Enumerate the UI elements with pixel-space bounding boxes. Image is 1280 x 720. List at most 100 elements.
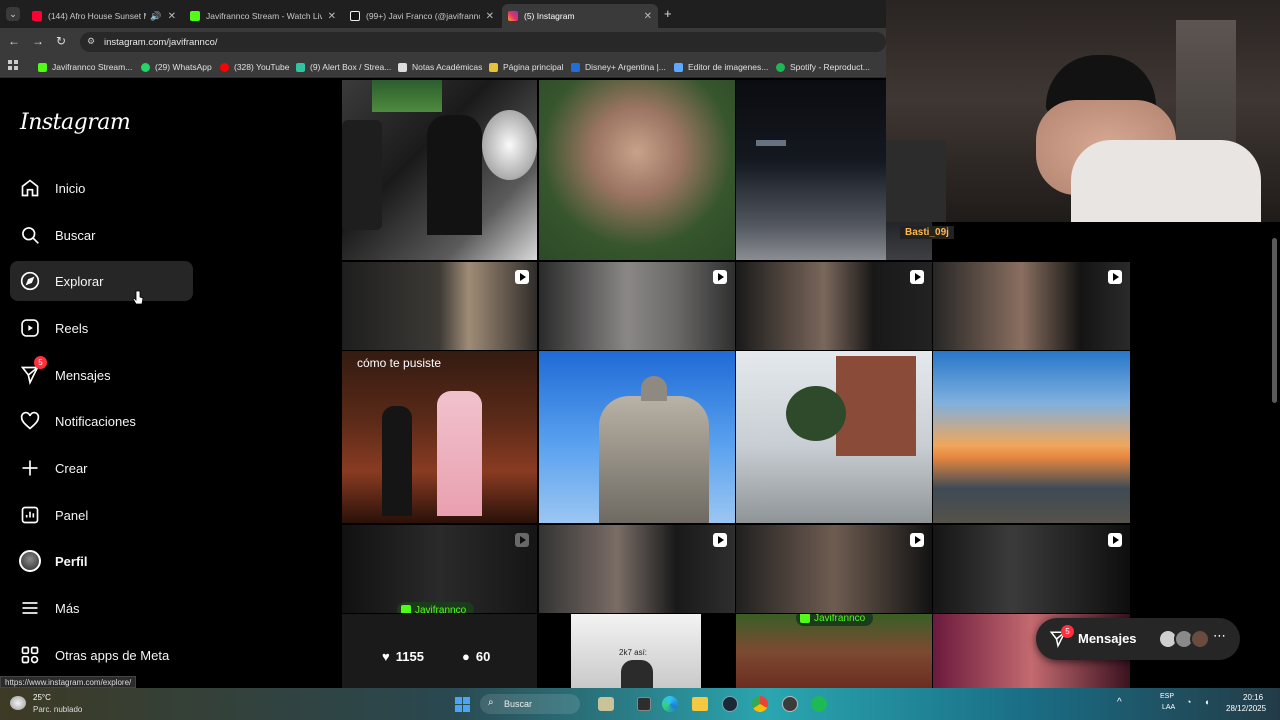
steam-icon[interactable] [722,696,738,712]
editor-icon [674,62,683,72]
reel-icon [713,270,727,284]
reel-tile[interactable] [736,525,932,613]
taskbar-search[interactable]: ⌕ Buscar [480,694,580,714]
forward-button[interactable]: → [32,34,44,48]
post-tile[interactable]: cómo te pusiste [342,351,537,523]
language-indicator[interactable]: ESP [1160,693,1174,700]
weather-desc[interactable]: Parc. nublado [33,705,82,714]
close-tab-icon[interactable]: ✕ [644,11,652,22]
nav-crear[interactable]: Crear [10,448,193,488]
chevron-up-icon[interactable]: ^ [1117,697,1122,708]
tv-screen [372,80,442,112]
widgets-icon[interactable] [598,697,614,711]
messenger-icon: 5 [19,356,47,386]
status-url: https://www.instagram.com/explore/ [0,676,137,688]
close-tab-icon[interactable]: ✕ [168,11,176,22]
chrome-icon[interactable] [752,696,768,712]
weather-cloud-icon[interactable] [10,696,26,710]
palm-trees [786,386,846,441]
nav-otras-apps-meta[interactable]: Otras apps de Meta [10,635,193,675]
reel-tile[interactable] [933,262,1130,350]
spotify-icon[interactable] [811,696,827,712]
task-view-icon[interactable] [637,697,651,711]
bookmark-editor[interactable]: Editor de imagenes... [674,60,768,74]
nav-buscar[interactable]: Buscar [10,215,193,255]
kick-username-badge: Javifrannco [796,614,874,626]
meme-image: 2k7 así: [571,614,701,688]
reel-tile[interactable] [342,262,537,350]
reel-tile[interactable] [539,262,735,350]
nav-perfil[interactable]: Perfil [10,541,193,581]
nav-panel[interactable]: Panel [10,495,193,535]
tiktok-icon [350,11,360,21]
avatar [19,550,41,572]
tab-youtube[interactable]: (144) Afro House Sunset M 🔊 ✕ [26,4,182,28]
bookmark-whatsapp[interactable]: (29) WhatsApp [141,60,212,74]
close-tab-icon[interactable]: ✕ [328,11,336,22]
post-tile[interactable]: 2k7 así: [539,614,735,688]
apps-grid-icon[interactable] [8,60,18,70]
kick-username-badge: Javifrannco [397,602,475,613]
address-bar[interactable]: ⚙ instagram.com/javifrannco/ [80,32,886,52]
reel-tile[interactable] [736,262,932,350]
tab-search-icon[interactable]: ⌄ [6,7,20,21]
wifi-icon[interactable]: ◔ [1186,697,1191,707]
reel-icon [1108,533,1122,547]
chat-username: Basti_09j [900,226,954,239]
windows-start-icon[interactable] [455,697,470,712]
scrollbar-thumb[interactable] [1272,238,1277,403]
nav-explorar[interactable]: Explorar [10,261,193,301]
speaker-icon[interactable]: 🔊 [150,11,161,22]
clock-time[interactable]: 20:16 [1243,693,1263,702]
more-icon[interactable]: ⋯ [1213,628,1226,644]
tab-tiktok[interactable]: (99+) Javi Franco (@javifrannco) ✕ [344,4,500,28]
url-text[interactable]: instagram.com/javifrannco/ [104,37,218,48]
bookmark-notas[interactable]: Notas Académicas [398,60,482,74]
nav-reels[interactable]: Reels [10,308,193,348]
back-button[interactable]: ← [8,34,20,48]
bookmark-pagina-principal[interactable]: Página principal [489,60,563,74]
site-info-icon[interactable]: ⚙ [87,36,95,47]
thermos [886,140,946,222]
obs-icon[interactable] [782,696,798,712]
menu-icon [19,597,41,619]
post-tile[interactable]: Javifrannco [736,614,932,688]
bookmark-alertbox[interactable]: (9) Alert Box / Strea... [296,60,391,74]
tab-kick[interactable]: Javifrannco Stream - Watch Live ✕ [184,4,342,28]
bookmark-disney[interactable]: Disney+ Argentina |... [571,60,666,74]
chat-overlay: Basti_09j [886,222,1132,260]
file-explorer-icon[interactable] [692,697,708,711]
post-tile[interactable] [933,351,1130,523]
nav-notificaciones[interactable]: Notificaciones [10,401,193,441]
post-tile[interactable] [736,351,932,523]
post-tile[interactable] [539,351,735,523]
nav-inicio[interactable]: Inicio [10,168,193,208]
messages-badge: 5 [34,356,47,369]
person-silhouette [427,115,482,235]
bookmark-kick[interactable]: Javifrannco Stream... [38,60,132,74]
bookmark-youtube[interactable]: (328) YouTube [220,60,289,74]
post-tile[interactable] [539,80,735,260]
reel-icon [1108,270,1122,284]
reload-button[interactable]: ↻ [56,34,66,48]
close-tab-icon[interactable]: ✕ [486,11,494,22]
new-tab-button[interactable]: + [664,6,672,21]
bookmark-spotify[interactable]: Spotify - Reproduct... [776,60,870,74]
reel-tile[interactable] [933,525,1130,613]
volume-icon[interactable]: ◖ [1204,697,1209,707]
reel-tile[interactable]: Javifrannco [342,525,537,613]
edge-icon[interactable] [662,696,678,712]
instagram-logo[interactable]: Instagram [20,110,131,135]
reel-tile[interactable] [539,525,735,613]
messages-pill[interactable]: 5 Mensajes ⋯ [1036,618,1240,660]
tab-instagram[interactable]: (5) Instagram ✕ [502,4,658,28]
nav-mas[interactable]: Más [10,588,193,628]
post-tile-hover[interactable]: ♥ 1155 ● 60 [342,614,537,688]
nav-mensajes[interactable]: 5 Mensajes [10,355,193,395]
likes-count: ♥ 1155 [382,649,424,664]
spotify-icon [776,62,785,72]
weather-temp[interactable]: 25°C [33,693,51,702]
avatar [1190,629,1210,649]
post-tile[interactable] [342,80,537,260]
clock-date[interactable]: 28/12/2025 [1226,704,1266,713]
